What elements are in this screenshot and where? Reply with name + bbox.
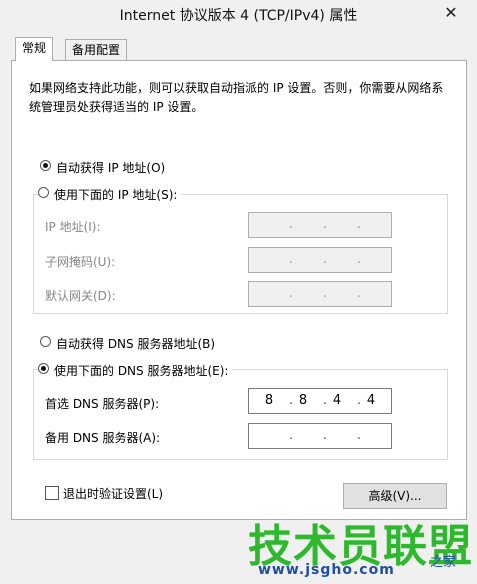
watermark-url: www.jsgho.com [258, 562, 395, 578]
close-icon[interactable]: ✕ [439, 2, 463, 24]
manual-dns-label: 使用下面的 DNS 服务器地址(E): [54, 364, 229, 378]
ip-address-input[interactable]: . . . [248, 212, 392, 238]
tab-alternate-config[interactable]: 备用配置 [65, 39, 128, 61]
default-gateway-label: 默认网关(D): [45, 289, 116, 303]
manual-dns-radio[interactable]: 使用下面的 DNS 服务器地址(E): [38, 362, 233, 378]
ip-address-label: IP 地址(I): [45, 220, 101, 234]
preferred-dns-input[interactable]: 8 . 8 . 4 . 4 [248, 388, 392, 414]
alternate-dns-label: 备用 DNS 服务器(A): [45, 431, 161, 445]
general-panel: 如果网络支持此功能，则可以获取自动指派的 IP 设置。否则，你需要从网络系统管理… [11, 60, 467, 520]
subnet-mask-label: 子网掩码(U): [45, 255, 116, 269]
auto-dns-radio[interactable]: 自动获得 DNS 服务器地址(B) [40, 335, 215, 351]
subnet-mask-input[interactable]: . . . [248, 247, 392, 273]
watermark-site: 之家 [430, 555, 457, 570]
manual-ip-radio[interactable]: 使用下面的 IP 地址(S): [38, 186, 182, 202]
radio-checked-icon [38, 363, 49, 374]
preferred-dns-label: 首选 DNS 服务器(P): [45, 397, 160, 411]
validate-on-exit-label: 退出时验证设置(L) [63, 487, 164, 501]
manual-ip-label: 使用下面的 IP 地址(S): [54, 188, 178, 202]
description-text: 如果网络支持此功能，则可以获取自动指派的 IP 设置。否则，你需要从网络系统管理… [29, 81, 444, 114]
alternate-dns-input[interactable]: . . . [248, 423, 392, 449]
radio-checked-icon [40, 160, 51, 171]
radio-unchecked-icon [40, 336, 51, 347]
auto-ip-label: 自动获得 IP 地址(O) [56, 161, 166, 175]
default-gateway-input[interactable]: . . . [248, 281, 392, 307]
auto-ip-radio[interactable]: 自动获得 IP 地址(O) [40, 159, 165, 175]
auto-dns-label: 自动获得 DNS 服务器地址(B) [56, 337, 216, 351]
tab-general[interactable]: 常规 [15, 37, 54, 61]
advanced-button[interactable]: 高级(V)... [343, 483, 447, 509]
validate-on-exit-checkbox[interactable] [45, 486, 59, 500]
window-title: Internet 协议版本 4 (TCP/IPv4) 属性 [119, 8, 358, 24]
title-bar: Internet 协议版本 4 (TCP/IPv4) 属性 ✕ [0, 0, 477, 30]
radio-unchecked-icon [38, 187, 49, 198]
